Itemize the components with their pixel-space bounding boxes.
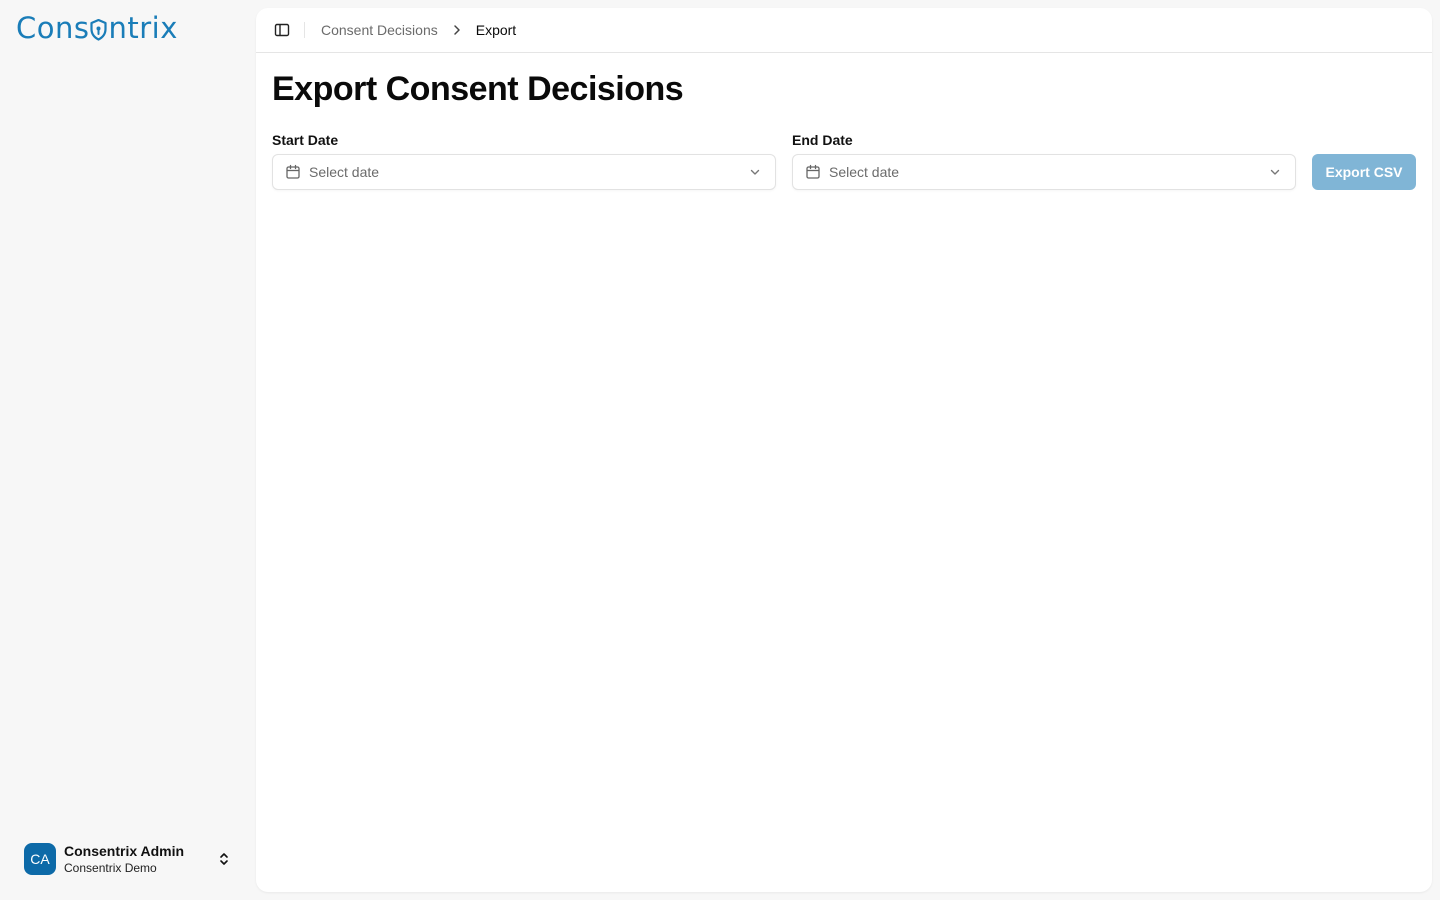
header-divider	[304, 22, 305, 38]
breadcrumb-current: Export	[475, 22, 517, 38]
page-content: Export Consent Decisions Start Date Sele…	[256, 53, 1432, 190]
chevron-down-icon	[750, 169, 760, 175]
user-org: Consentrix Demo	[64, 860, 157, 875]
export-csv-button[interactable]: Export CSV	[1312, 154, 1416, 190]
user-info: Consentrix Admin Consentrix Demo	[64, 843, 216, 875]
breadcrumb-link-consent-decisions[interactable]: Consent Decisions	[321, 22, 438, 38]
logo-text-end: ntrix	[108, 11, 178, 45]
breadcrumb: Consent Decisions Export	[321, 22, 516, 38]
end-date-placeholder: Select date	[829, 164, 900, 180]
end-date-field: End Date Select date	[792, 132, 1296, 190]
app-root: Cons ntrix CA Consentrix Admin Consentri…	[0, 0, 1440, 900]
main-panel: Consent Decisions Export Export Consent …	[256, 8, 1432, 892]
brand-logo[interactable]: Cons ntrix	[16, 11, 178, 45]
sidebar-toggle-button[interactable]	[272, 20, 292, 40]
start-date-picker[interactable]: Select date	[272, 154, 776, 190]
chevron-right-icon	[450, 23, 464, 37]
sidebar: Cons ntrix CA Consentrix Admin Consentri…	[0, 0, 256, 900]
top-bar: Consent Decisions Export	[256, 8, 1432, 53]
user-menu-button[interactable]: CA Consentrix Admin Consentrix Demo	[8, 835, 248, 883]
end-date-picker[interactable]: Select date	[792, 154, 1296, 190]
chevrons-up-down-icon	[220, 853, 228, 865]
calendar-icon	[286, 164, 300, 179]
start-date-label: Start Date	[272, 132, 339, 148]
user-name: Consentrix Admin	[64, 842, 185, 859]
export-form: Start Date Select date End Date Select d…	[272, 132, 1416, 190]
logo-text-start: Cons	[16, 11, 90, 45]
avatar: CA	[24, 843, 56, 875]
panel-left-icon	[274, 23, 290, 37]
start-date-placeholder: Select date	[309, 164, 380, 180]
start-date-field: Start Date Select date	[272, 132, 776, 190]
end-date-label: End Date	[792, 132, 853, 148]
chevron-down-icon	[1270, 169, 1280, 175]
calendar-icon	[806, 164, 820, 179]
shield-icon	[90, 19, 108, 41]
page-title: Export Consent Decisions	[272, 70, 684, 108]
